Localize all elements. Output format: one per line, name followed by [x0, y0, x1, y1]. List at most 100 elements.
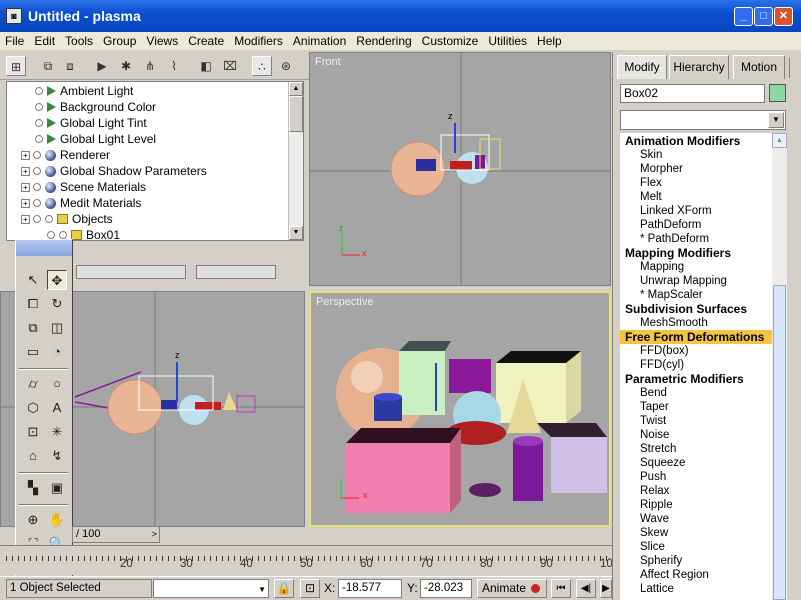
tree-item[interactable]: + Global Shadow Parameters: [21, 163, 207, 179]
menu-item-rendering[interactable]: Rendering: [351, 34, 416, 48]
menu-item-views[interactable]: Views: [141, 34, 183, 48]
modifier-item[interactable]: Linked XForm: [620, 204, 772, 218]
play-icon[interactable]: ▶: [600, 579, 612, 598]
modifier-category[interactable]: Free Form Deformations: [620, 330, 772, 344]
modifier-item[interactable]: Melt: [620, 190, 772, 204]
modifier-item[interactable]: Stretch: [620, 442, 772, 456]
modifier-item[interactable]: Bend: [620, 386, 772, 400]
modifier-item[interactable]: * PathDeform: [620, 232, 772, 246]
minimize-button[interactable]: _: [734, 7, 753, 26]
previous-frame-icon[interactable]: ◀|: [576, 579, 596, 598]
tree-item[interactable]: Background Color: [35, 99, 156, 115]
modifier-item[interactable]: Mapping: [620, 260, 772, 274]
modifier-item[interactable]: Flex: [620, 176, 772, 190]
go-to-start-icon[interactable]: ⏮: [551, 579, 571, 598]
graph-icon[interactable]: ⌇: [164, 56, 184, 76]
hierarchy-icon[interactable]: ⌂: [23, 446, 43, 466]
modifier-item[interactable]: Wave: [620, 512, 772, 526]
modifier-scroll-thumb[interactable]: [773, 285, 786, 600]
modifier-item[interactable]: Skin: [620, 148, 772, 162]
modifier-category[interactable]: Animation Modifiers: [620, 134, 772, 148]
modifier-scrollbar[interactable]: ▲: [772, 133, 787, 600]
unlink-icon[interactable]: ⧈: [60, 56, 80, 76]
region-circle-icon[interactable]: ◔: [47, 342, 67, 362]
expand-icon[interactable]: +: [21, 198, 30, 208]
link-icon[interactable]: ⧉: [38, 56, 58, 76]
floating-toolbar-titlebar[interactable]: [16, 240, 72, 256]
scale-icon[interactable]: ⧠: [23, 294, 43, 314]
modifier-item[interactable]: MeshSmooth: [620, 316, 772, 330]
menu-item-tools[interactable]: Tools: [60, 34, 98, 48]
animate-button[interactable]: Animate: [477, 579, 547, 598]
menu-item-edit[interactable]: Edit: [29, 34, 60, 48]
app-icon[interactable]: ◙: [6, 8, 22, 24]
scene-tree[interactable]: Ambient Light Background Color Global Ligh…: [6, 81, 304, 241]
expand-icon[interactable]: +: [21, 214, 30, 224]
menu-item-group[interactable]: Group: [98, 34, 141, 48]
object-color-swatch[interactable]: [769, 84, 786, 102]
menu-item-help[interactable]: Help: [532, 34, 567, 48]
rotate-icon[interactable]: ↻: [47, 294, 67, 314]
selection-dropdown[interactable]: ▼: [153, 579, 269, 598]
modifier-item[interactable]: * MapScaler: [620, 288, 772, 302]
select-region-icon[interactable]: ✱: [116, 56, 136, 76]
snap-icon[interactable]: ∴: [252, 56, 272, 76]
chevron-down-icon[interactable]: ▼: [768, 112, 784, 128]
modifier-item[interactable]: FFD(cyl): [620, 358, 772, 372]
menu-item-create[interactable]: Create: [183, 34, 229, 48]
modifier-item[interactable]: Twist: [620, 414, 772, 428]
tree-scroll-thumb[interactable]: [289, 96, 303, 132]
tab-modify[interactable]: Modify: [617, 55, 667, 79]
text-shape-icon[interactable]: A: [47, 398, 67, 418]
modifier-item[interactable]: Spherify: [620, 554, 772, 568]
modifier-item[interactable]: Morpher: [620, 162, 772, 176]
menu-item-file[interactable]: File: [0, 34, 29, 48]
lock-icon[interactable]: 🔒: [274, 579, 294, 598]
modifier-item[interactable]: Slice: [620, 540, 772, 554]
menu-item-animation[interactable]: Animation: [288, 34, 351, 48]
cylinder-icon[interactable]: ⌭: [23, 374, 43, 394]
menu-item-modifiers[interactable]: Modifiers: [229, 34, 288, 48]
expand-icon[interactable]: +: [21, 166, 30, 176]
modifier-item[interactable]: Ripple: [620, 498, 772, 512]
modifier-item[interactable]: Push: [620, 470, 772, 484]
render-icon[interactable]: ⊛: [276, 56, 296, 76]
menu-item-customize[interactable]: Customize: [417, 34, 484, 48]
tree-item[interactable]: + Scene Materials: [21, 179, 146, 195]
scroll-up-icon[interactable]: ▲: [289, 82, 303, 96]
modifier-item[interactable]: FFD(box): [620, 344, 772, 358]
close-button[interactable]: ✕: [774, 7, 793, 26]
undo-tool-icon[interactable]: ⊞: [6, 56, 26, 76]
tab-hierarchy[interactable]: Hierarchy: [669, 55, 729, 79]
scroll-up-icon[interactable]: ▲: [772, 133, 787, 148]
absolute-mode-icon[interactable]: ⊡: [300, 579, 320, 598]
modifier-item[interactable]: Lattice: [620, 582, 772, 596]
modifier-item[interactable]: Skew: [620, 526, 772, 540]
tree-scrollbar[interactable]: ▲ ▼: [288, 82, 303, 240]
modifier-list[interactable]: Animation Modifiers Skin Morpher Flex Melt Li…: [620, 133, 772, 600]
tab-motion[interactable]: Motion: [733, 55, 785, 79]
modifier-item[interactable]: Taper: [620, 400, 772, 414]
mirror-icon[interactable]: ⋔: [140, 56, 160, 76]
light-icon[interactable]: ✳: [47, 422, 67, 442]
modifier-category[interactable]: Mapping Modifiers: [620, 246, 772, 260]
next-frame-icon[interactable]: >: [152, 527, 157, 542]
circle-shape-icon[interactable]: ○: [47, 374, 67, 394]
modifier-item[interactable]: Squeeze: [620, 456, 772, 470]
tree-item[interactable]: Global Light Tint: [35, 115, 147, 131]
expand-icon[interactable]: +: [21, 182, 30, 192]
pan-hand-icon[interactable]: ✋: [47, 510, 67, 530]
perspective-viewport[interactable]: Perspective x: [309, 291, 611, 527]
modifier-item[interactable]: Noise: [620, 428, 772, 442]
tree-item[interactable]: + Medit Materials: [21, 195, 141, 211]
maximize-button[interactable]: □: [754, 7, 773, 26]
mirror-tool-icon[interactable]: ◫: [47, 318, 67, 338]
material-editor-icon[interactable]: ▚: [23, 478, 43, 498]
eraser-icon[interactable]: ◧: [196, 56, 216, 76]
select-arrow-icon[interactable]: ↖: [23, 270, 43, 290]
time-slider[interactable]: / 100 >: [72, 526, 160, 543]
modifier-item[interactable]: PathDeform: [620, 218, 772, 232]
modifier-category[interactable]: Subdivision Surfaces: [620, 302, 772, 316]
modifier-list-dropdown[interactable]: ▼: [620, 110, 786, 130]
helpers-icon[interactable]: ⊡: [23, 422, 43, 442]
